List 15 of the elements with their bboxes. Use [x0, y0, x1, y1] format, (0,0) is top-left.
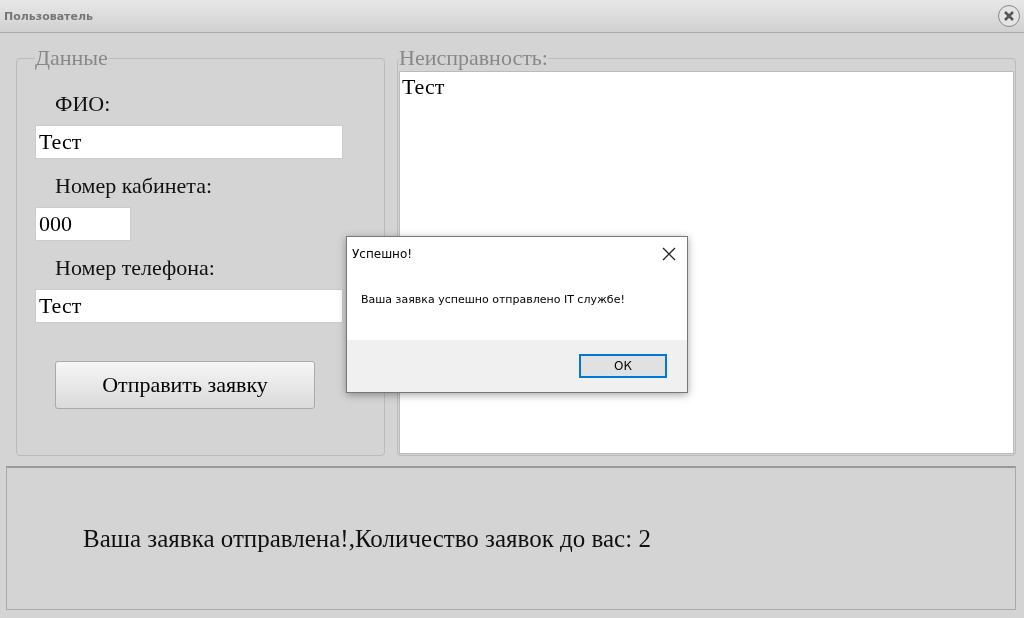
field-label: Номер телефона:	[55, 255, 216, 281]
field-label: ФИО:	[55, 91, 112, 117]
input-field[interactable]: Тест	[35, 125, 343, 159]
group-legend: Неисправность:	[399, 45, 548, 71]
close-icon	[661, 246, 677, 262]
input-field[interactable]: Тест	[35, 289, 343, 323]
window-title: Пользователь	[4, 9, 93, 23]
close-icon	[1003, 10, 1015, 22]
field-label: Номер кабинета:	[55, 173, 214, 199]
status-message: Ваша заявка отправлена!,Количество заявок до вас: 2	[83, 524, 651, 553]
input-field[interactable]: 000	[35, 207, 131, 241]
ok-button[interactable]: ОК	[579, 354, 667, 378]
submit-button[interactable]: Отправить заявку	[55, 361, 315, 409]
group-legend: Данные	[35, 45, 108, 71]
close-button[interactable]	[661, 246, 677, 262]
